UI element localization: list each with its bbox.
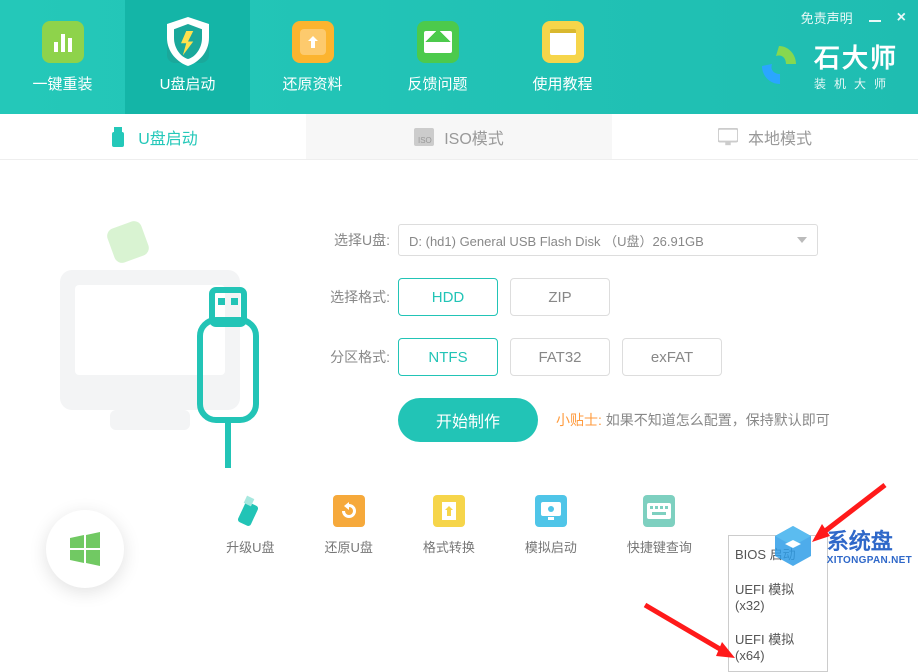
nav-tutorial[interactable]: 使用教程 [500, 0, 625, 114]
tool-label: 模拟启动 [525, 537, 577, 556]
tool-label: 升级U盘 [226, 537, 274, 556]
disclaimer-link[interactable]: 免责声明 [801, 8, 853, 27]
close-button[interactable]: × [897, 9, 906, 27]
simulate-boot-icon [535, 495, 567, 527]
restore-usb-icon [333, 495, 365, 527]
app-header: 一键重装 U盘启动 还原资料 反馈问题 使用教程 [0, 0, 918, 114]
shield-icon [167, 21, 209, 63]
start-button[interactable]: 开始制作 [398, 398, 538, 442]
tip-text: 小贴士: 如果不知道怎么配置，保持默认即可 [556, 410, 830, 430]
nav-label: 使用教程 [532, 73, 592, 94]
usb-select[interactable]: D: (hd1) General USB Flash Disk （U盘）26.9… [398, 224, 818, 256]
iso-icon: ISO [414, 127, 434, 147]
watermark: 系统盘 XITONGPAN.NET [765, 520, 912, 576]
svg-text:ISO: ISO [418, 136, 432, 145]
tool-format-convert[interactable]: 格式转换 [423, 495, 475, 556]
nav-reinstall[interactable]: 一键重装 [0, 0, 125, 114]
primary-nav: 一键重装 U盘启动 还原资料 反馈问题 使用教程 [0, 0, 625, 114]
nav-usb-boot[interactable]: U盘启动 [125, 0, 250, 114]
chevron-down-icon [797, 237, 807, 243]
format-convert-icon [433, 495, 465, 527]
brand-title: 石大师 [814, 38, 898, 75]
tab-iso-mode[interactable]: ISO ISO模式 [306, 114, 612, 159]
tab-label: 本地模式 [748, 125, 812, 149]
tool-restore-usb[interactable]: 还原U盘 [324, 495, 372, 556]
tool-simulate-boot[interactable]: 模拟启动 [525, 495, 577, 556]
tool-hotkey-lookup[interactable]: 快捷键查询 [627, 495, 692, 556]
watermark-url: XITONGPAN.NET [827, 555, 912, 566]
watermark-title: 系统盘 [827, 530, 912, 554]
tool-label: 快捷键查询 [627, 537, 692, 556]
format-label: 选择格式: [320, 287, 390, 307]
usb-illustration [40, 190, 280, 470]
nav-restore[interactable]: 还原资料 [250, 0, 375, 114]
tool-label: 还原U盘 [324, 537, 372, 556]
tutorial-icon [542, 21, 584, 63]
brand-subtitle: 装机大师 [814, 75, 898, 92]
tool-label: 格式转换 [423, 537, 475, 556]
partition-option-exfat[interactable]: exFAT [622, 338, 722, 376]
main-panel: 选择U盘: D: (hd1) General USB Flash Disk （U… [0, 160, 918, 578]
tab-usb-boot[interactable]: U盘启动 [0, 114, 306, 159]
bars-icon [42, 21, 84, 63]
window-controls: 免责声明 × [801, 8, 906, 27]
tip-label: 小贴士: [556, 412, 602, 428]
partition-option-ntfs[interactable]: NTFS [398, 338, 498, 376]
partition-label: 分区格式: [320, 347, 390, 367]
format-option-zip[interactable]: ZIP [510, 278, 610, 316]
partition-option-fat32[interactable]: FAT32 [510, 338, 610, 376]
tab-label: U盘启动 [138, 125, 198, 149]
watermark-logo-icon [765, 520, 821, 576]
upgrade-usb-icon [234, 495, 266, 527]
nav-feedback[interactable]: 反馈问题 [375, 0, 500, 114]
restore-icon [292, 21, 334, 63]
nav-label: U盘启动 [160, 73, 216, 94]
boot-menu-item-uefi32[interactable]: UEFI 模拟(x32) [729, 571, 827, 621]
brand: 石大师 装机大师 [756, 38, 898, 92]
nav-label: 反馈问题 [407, 73, 467, 94]
hotkey-icon [643, 495, 675, 527]
select-usb-label: 选择U盘: [320, 230, 390, 250]
format-option-hdd[interactable]: HDD [398, 278, 498, 316]
tip-content: 如果不知道怎么配置，保持默认即可 [606, 412, 830, 428]
boot-menu-item-uefi64[interactable]: UEFI 模拟(x64) [729, 621, 827, 671]
tool-upgrade-usb[interactable]: 升级U盘 [226, 495, 274, 556]
usb-icon [108, 127, 128, 147]
monitor-icon [718, 127, 738, 147]
tab-label: ISO模式 [444, 125, 504, 149]
mode-tabs: U盘启动 ISO ISO模式 本地模式 [0, 114, 918, 160]
tab-local-mode[interactable]: 本地模式 [612, 114, 918, 159]
usb-select-value: D: (hd1) General USB Flash Disk （U盘）26.9… [409, 231, 704, 250]
minimize-button[interactable] [869, 10, 881, 25]
config-form: 选择U盘: D: (hd1) General USB Flash Disk （U… [320, 184, 888, 442]
nav-label: 一键重装 [32, 73, 92, 94]
brand-logo-icon [756, 42, 802, 88]
nav-label: 还原资料 [282, 73, 342, 94]
feedback-icon [417, 21, 459, 63]
annotation-arrow-2 [640, 600, 740, 670]
